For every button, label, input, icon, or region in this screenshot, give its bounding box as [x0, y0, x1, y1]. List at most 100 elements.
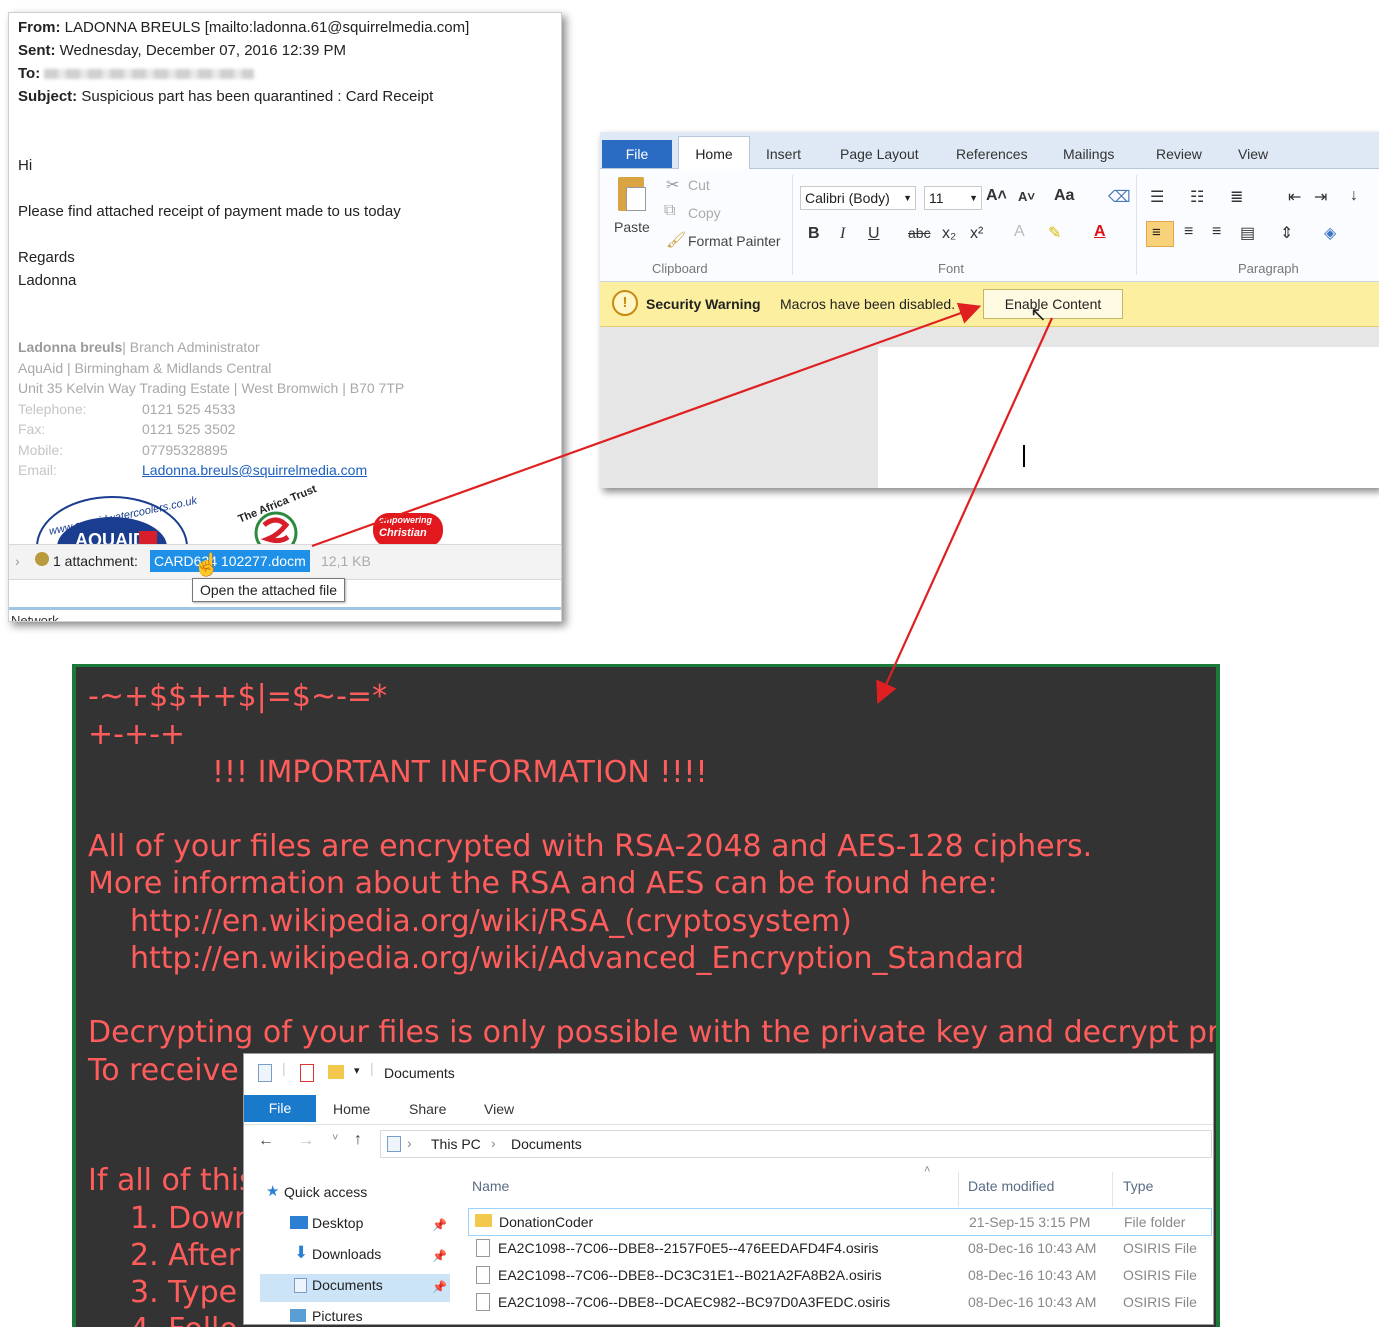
- text-effects-icon[interactable]: A: [1014, 223, 1025, 241]
- email-greeting: Hi: [18, 157, 33, 174]
- center-align-icon[interactable]: ≡: [1184, 223, 1193, 241]
- new-file-icon[interactable]: [300, 1064, 314, 1082]
- superscript-icon[interactable]: x²: [970, 225, 983, 243]
- italic-icon[interactable]: I: [840, 225, 845, 243]
- breadcrumb-documents[interactable]: Documents: [511, 1136, 582, 1152]
- christian-aid-logo: empowering Christian: [373, 513, 443, 547]
- nav-desktop[interactable]: Desktop: [290, 1215, 363, 1231]
- up-arrow-icon[interactable]: ↑: [354, 1131, 362, 1149]
- ransom-aes-link: http://en.wikipedia.org/wiki/Advanced_En…: [130, 941, 1025, 976]
- new-folder-icon[interactable]: [328, 1065, 344, 1079]
- copy-button[interactable]: Copy: [688, 205, 721, 221]
- align-right-icon[interactable]: ≡: [1212, 223, 1221, 241]
- shading-icon[interactable]: ◈: [1324, 223, 1336, 243]
- tab-view[interactable]: View: [1238, 146, 1268, 162]
- bold-icon[interactable]: B: [808, 225, 820, 243]
- attachment-file-link[interactable]: CARD634 102277.docm: [150, 550, 310, 572]
- pin-icon[interactable]: 📌: [432, 1218, 447, 1232]
- line-spacing-icon[interactable]: ⇕: [1280, 223, 1293, 243]
- enable-content-button[interactable]: Enable Content: [983, 289, 1123, 319]
- paste-icon[interactable]: [614, 177, 648, 215]
- chevron-right-icon[interactable]: ›: [15, 553, 20, 569]
- clear-formatting-icon[interactable]: ⌫: [1108, 187, 1131, 207]
- pictures-icon: [290, 1309, 306, 1322]
- from-value: LADONNA BREULS [mailto:ladonna.61@squirr…: [64, 19, 470, 36]
- ribbon-home: Paste ✂ Cut ⧉ Copy 🖌 Format Painter Clip…: [600, 169, 1379, 282]
- highlight-icon[interactable]: ✎: [1048, 223, 1061, 243]
- paste-button[interactable]: Paste: [614, 219, 650, 235]
- tab-home[interactable]: Home: [678, 136, 750, 170]
- navigation-pane: ★ Quick access Desktop 📌 ⬇ Downloads 📌 D…: [244, 1162, 464, 1324]
- nav-pictures[interactable]: Pictures: [290, 1308, 363, 1324]
- sent-label: Sent:: [18, 42, 56, 59]
- warning-icon: !: [612, 290, 638, 316]
- format-painter-button[interactable]: Format Painter: [688, 233, 781, 249]
- document-page[interactable]: [878, 347, 1379, 488]
- copy-icon: ⧉: [664, 202, 676, 219]
- email-regards: Regards: [18, 249, 75, 266]
- bullets-icon[interactable]: ☰: [1150, 187, 1164, 207]
- tab-file[interactable]: File: [244, 1095, 316, 1122]
- pin-icon[interactable]: 📌: [432, 1249, 447, 1263]
- tab-insert[interactable]: Insert: [766, 146, 801, 162]
- tab-mailings[interactable]: Mailings: [1063, 146, 1114, 162]
- ransom-heading: !!! IMPORTANT INFORMATION !!!!: [212, 755, 708, 790]
- multilevel-list-icon[interactable]: ≣: [1230, 187, 1243, 207]
- tab-home[interactable]: Home: [333, 1101, 370, 1117]
- ransom-receive-line: To receive: [88, 1053, 239, 1088]
- file-row[interactable]: EA2C1098--7C06--DBE8--DCAEC982--BC97D0A3…: [468, 1289, 1210, 1315]
- column-type[interactable]: Type: [1123, 1178, 1153, 1194]
- sort-icon[interactable]: ↓: [1350, 187, 1358, 205]
- font-color-icon[interactable]: A: [1094, 223, 1106, 241]
- underline-icon[interactable]: U: [868, 225, 880, 243]
- font-name-select[interactable]: Calibri (Body) ▼: [800, 186, 916, 210]
- justify-icon[interactable]: ▤: [1240, 223, 1255, 243]
- back-arrow-icon[interactable]: ←: [258, 1132, 274, 1150]
- address-bar[interactable]: › This PC › Documents: [380, 1130, 1212, 1158]
- tab-references[interactable]: References: [956, 146, 1028, 162]
- cut-button[interactable]: Cut: [688, 177, 710, 193]
- subscript-icon[interactable]: x₂: [942, 225, 956, 243]
- align-left-button[interactable]: ≡: [1146, 221, 1174, 247]
- change-case-icon[interactable]: Aa: [1054, 187, 1074, 205]
- star-icon: ★: [266, 1183, 280, 1200]
- grow-font-icon[interactable]: A˄: [986, 187, 1007, 205]
- file-icon: [476, 1293, 490, 1311]
- recent-locations-icon[interactable]: ˅: [332, 1132, 338, 1144]
- tab-view[interactable]: View: [484, 1101, 514, 1117]
- quick-access-dropdown-icon[interactable]: ▾: [354, 1064, 360, 1077]
- column-name[interactable]: Name: [472, 1178, 509, 1194]
- document-area: [600, 327, 1379, 488]
- tab-share[interactable]: Share: [409, 1101, 446, 1117]
- file-row[interactable]: EA2C1098--7C06--DBE8--DC3C31E1--B021A2FA…: [468, 1262, 1210, 1288]
- format-painter-icon: 🖌: [666, 232, 687, 249]
- tab-review[interactable]: Review: [1156, 146, 1202, 162]
- decrease-indent-icon[interactable]: ⇤: [1288, 187, 1301, 207]
- shrink-font-icon[interactable]: A˅: [1018, 189, 1035, 204]
- subject-value: Suspicious part has been quarantined : C…: [81, 88, 434, 105]
- tab-page-layout[interactable]: Page Layout: [840, 146, 919, 162]
- increase-indent-icon[interactable]: ⇥: [1314, 187, 1327, 207]
- tab-file[interactable]: File: [602, 140, 672, 168]
- signature-title: | Branch Administrator: [122, 339, 260, 355]
- telephone-label: Telephone:: [18, 401, 87, 417]
- file-row[interactable]: DonationCoder 21-Sep-15 3:15 PM File fol…: [468, 1208, 1212, 1236]
- nav-quick-access[interactable]: ★ Quick access: [266, 1183, 367, 1200]
- numbering-icon[interactable]: ☷: [1190, 187, 1204, 207]
- divider: [1136, 175, 1137, 275]
- cut-icon: ✂: [666, 177, 680, 194]
- download-icon: ⬇: [294, 1243, 309, 1262]
- pin-icon[interactable]: 📌: [432, 1280, 447, 1294]
- nav-downloads[interactable]: ⬇ Downloads: [294, 1243, 381, 1262]
- forward-arrow-icon[interactable]: →: [298, 1132, 314, 1150]
- strikethrough-icon[interactable]: abc: [908, 225, 931, 241]
- column-date-modified[interactable]: Date modified: [968, 1178, 1054, 1194]
- breadcrumb-this-pc[interactable]: This PC: [431, 1136, 481, 1152]
- file-icon: [476, 1239, 490, 1257]
- font-size-select[interactable]: 11 ▼: [924, 186, 982, 210]
- signature-email-link[interactable]: Ladonna.breuls@squirrelmedia.com: [142, 462, 367, 478]
- font-size-value: 11: [929, 190, 944, 206]
- properties-icon[interactable]: [258, 1064, 272, 1082]
- file-row[interactable]: EA2C1098--7C06--DBE8--2157F0E5--476EEDAF…: [468, 1235, 1210, 1261]
- nav-documents[interactable]: Documents: [294, 1277, 383, 1293]
